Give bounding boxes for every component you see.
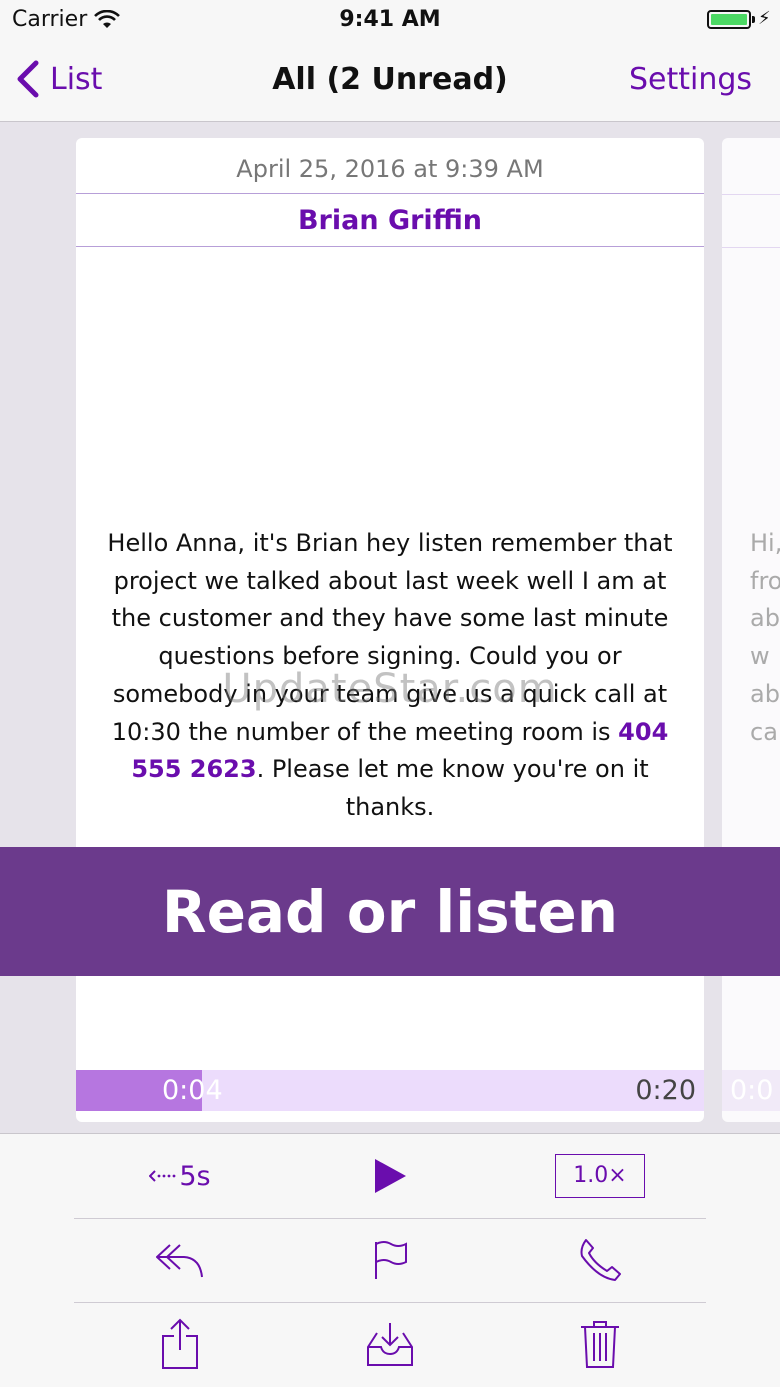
- transcript-text: Hello Anna, it's Brian hey listen rememb…: [107, 529, 673, 746]
- playback-progress-bar[interactable]: 0:04 0:20: [76, 1070, 704, 1111]
- call-back-button[interactable]: [540, 1218, 660, 1302]
- status-bar: Carrier 9:41 AM ⚡: [0, 0, 780, 40]
- promo-banner: Read or listen: [0, 847, 780, 976]
- play-icon: [375, 1159, 406, 1193]
- player-controls-row: 5s 1.0×: [0, 1134, 780, 1218]
- skip-back-icon: [149, 1170, 176, 1182]
- nav-bar: List All (2 Unread) Settings: [0, 40, 780, 122]
- peek-transcript-line: fro: [750, 566, 780, 595]
- reply-button[interactable]: [120, 1218, 240, 1302]
- play-button[interactable]: [330, 1134, 450, 1218]
- charging-icon: ⚡: [758, 8, 771, 29]
- peek-progress-bar: 0:0: [722, 1070, 780, 1111]
- watermark: UpdateStar.com: [222, 666, 558, 712]
- peek-transcript-line: ab: [750, 604, 780, 633]
- total-time: 0:20: [635, 1075, 696, 1106]
- flag-button[interactable]: [330, 1218, 450, 1302]
- action-toolbar: 5s 1.0×: [0, 1133, 780, 1387]
- elapsed-time: 0:04: [162, 1075, 223, 1106]
- file-actions-row: [0, 1302, 780, 1386]
- message-date: April 25, 2016 at 9:39 AM: [76, 138, 704, 194]
- trash-icon: [581, 1321, 619, 1368]
- skip-back-button[interactable]: 5s: [120, 1134, 240, 1218]
- peek-divider: [722, 194, 780, 195]
- skip-back-label: 5s: [179, 1160, 211, 1192]
- share-icon: [162, 1318, 198, 1369]
- message-sender: Brian Griffin: [76, 194, 704, 247]
- battery-tip: [752, 16, 755, 23]
- reply-icon: [156, 1244, 203, 1278]
- share-button[interactable]: [120, 1302, 240, 1386]
- status-time: 9:41 AM: [339, 7, 441, 32]
- peek-divider: [722, 247, 780, 248]
- transcript-text-end: . Please let me know you're on it thanks…: [256, 755, 649, 821]
- message-actions-row: [0, 1218, 780, 1302]
- battery-icon: [707, 10, 751, 29]
- archive-icon: [367, 1323, 413, 1366]
- peek-elapsed-time: 0:0: [730, 1075, 774, 1106]
- peek-transcript-line: cal: [750, 717, 780, 746]
- archive-button[interactable]: [330, 1302, 450, 1386]
- delete-button[interactable]: [540, 1302, 660, 1386]
- playback-speed-label: 1.0×: [555, 1154, 645, 1198]
- playback-speed-button[interactable]: 1.0×: [540, 1134, 660, 1218]
- settings-button[interactable]: Settings: [629, 62, 752, 97]
- peek-transcript: Hi,froabwabcal: [750, 525, 780, 751]
- phone-icon: [580, 1239, 621, 1281]
- banner-text: Read or listen: [161, 877, 619, 946]
- peek-transcript-line: Hi,: [750, 529, 780, 557]
- flag-icon: [375, 1241, 407, 1279]
